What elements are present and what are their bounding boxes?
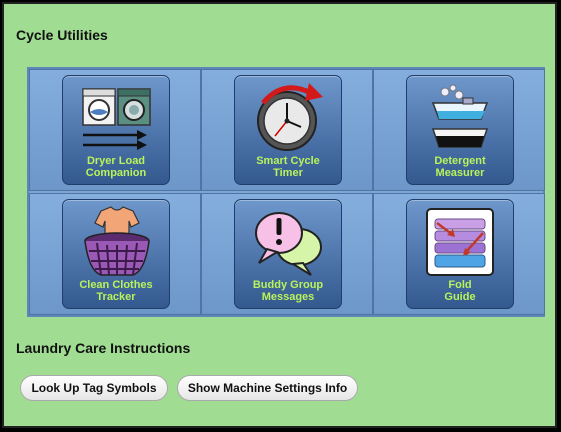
grid-cell: Clean Clothes Tracker xyxy=(29,193,201,315)
clean-clothes-tracker-button[interactable]: Clean Clothes Tracker xyxy=(62,199,170,309)
chat-bubbles-icon xyxy=(255,212,322,276)
grid-cell: Buddy Group Messages xyxy=(201,193,373,315)
grid-cell: Smart Cycle Timer xyxy=(201,69,373,191)
utility-grid: Dryer Load Companion Smart Cycle Timer D… xyxy=(27,67,545,317)
folded-clothes-icon xyxy=(426,208,494,276)
buddy-group-messages-button[interactable]: Buddy Group Messages xyxy=(234,199,342,309)
tile-label: Buddy Group Messages xyxy=(252,279,324,303)
tile-label: Fold Guide xyxy=(444,279,476,303)
laundry-care-heading: Laundry Care Instructions xyxy=(16,340,191,356)
look-up-tag-symbols-button[interactable]: Look Up Tag Symbols xyxy=(20,375,168,401)
clock-icon xyxy=(257,83,323,151)
grid-cell: Dryer Load Companion xyxy=(29,69,201,191)
grid-cell: Detergent Measurer xyxy=(373,69,545,191)
tile-label: Clean Clothes Tracker xyxy=(79,279,153,303)
app-window: Cycle Utilities Dryer Load Companion Sma… xyxy=(2,2,557,428)
cycle-utilities-heading: Cycle Utilities xyxy=(16,27,108,43)
smart-cycle-timer-button[interactable]: Smart Cycle Timer xyxy=(234,75,342,185)
detergent-cup-icon xyxy=(431,84,489,148)
dryer-load-companion-button[interactable]: Dryer Load Companion xyxy=(62,75,170,185)
washer-dryer-icon xyxy=(82,88,151,150)
laundry-basket-icon xyxy=(84,206,150,276)
detergent-measurer-button[interactable]: Detergent Measurer xyxy=(406,75,514,185)
show-machine-settings-button[interactable]: Show Machine Settings Info xyxy=(177,375,358,401)
fold-guide-button[interactable]: Fold Guide xyxy=(406,199,514,309)
tile-label: Dryer Load Companion xyxy=(85,155,147,179)
grid-cell: Fold Guide xyxy=(373,193,545,315)
tile-label: Smart Cycle Timer xyxy=(256,155,320,179)
tile-label: Detergent Measurer xyxy=(434,155,486,179)
